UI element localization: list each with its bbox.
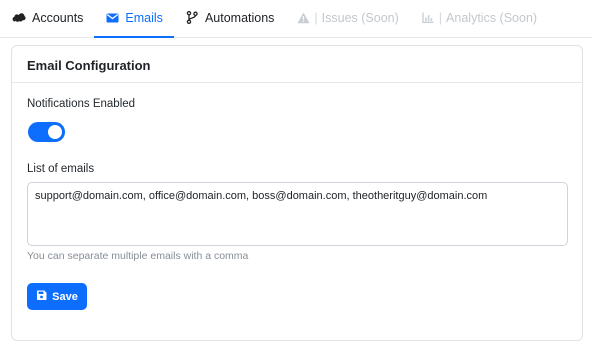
envelope-icon [105,11,119,25]
salesforce-cloud-icon [12,11,26,25]
card-title: Email Configuration [12,46,582,83]
toggle-knob [48,125,62,139]
chart-icon [421,11,435,25]
tab-label: Emails [125,10,163,25]
tab-accounts[interactable]: Accounts [10,0,94,37]
tab-label: Automations [204,10,275,25]
tab-separator: | [314,10,318,25]
tab-bar: Accounts Emails Automations | Issues (So… [0,0,592,38]
tab-automations[interactable]: Automations [174,0,285,37]
branch-icon [185,11,199,25]
warning-icon [296,11,310,25]
notifications-label: Notifications Enabled [27,98,136,110]
email-list-textarea[interactable]: support@domain.com, office@domain.com, b… [27,182,568,246]
save-button[interactable]: Save [27,283,87,310]
tab-label: Accounts [32,10,84,25]
notifications-toggle[interactable] [28,122,65,142]
tab-emails[interactable]: Emails [94,0,174,38]
email-configuration-card: Email Configuration Notifications Enable… [11,45,583,341]
help-text: You can separate multiple emails with a … [27,250,249,262]
tab-analytics[interactable]: | Analytics (Soon) [410,0,548,37]
email-list-label: List of emails [27,163,95,175]
tab-issues[interactable]: | Issues (Soon) [285,0,409,37]
tab-label: Issues (Soon) [321,10,399,25]
save-button-label: Save [52,290,78,303]
floppy-disk-icon [36,290,47,304]
tab-separator: | [438,10,443,25]
tab-label: Analytics (Soon) [446,10,538,25]
